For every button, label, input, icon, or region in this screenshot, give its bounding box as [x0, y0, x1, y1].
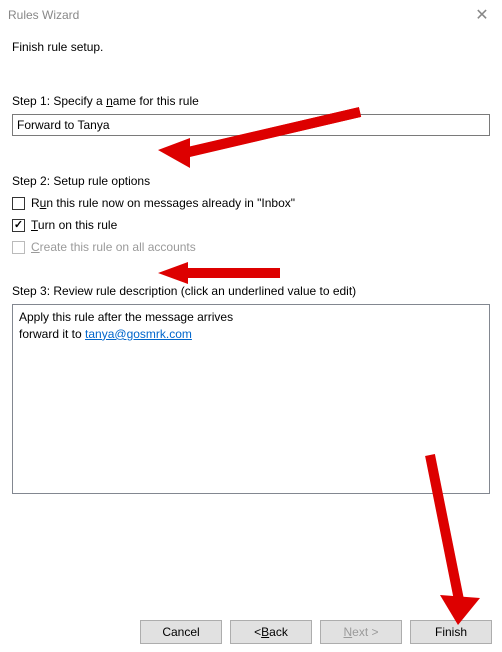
checkbox-icon: [12, 219, 25, 232]
dialog-buttons: Cancel < Back Next > Finish: [140, 620, 492, 644]
desc-line-2: forward it to tanya@gosmrk.com: [19, 326, 483, 343]
close-icon: ✕: [475, 5, 488, 25]
desc-line-1: Apply this rule after the message arrive…: [19, 309, 483, 326]
title-bar: Rules Wizard ✕: [0, 0, 502, 30]
cancel-button[interactable]: Cancel: [140, 620, 222, 644]
next-button: Next >: [320, 620, 402, 644]
all-accounts-checkbox: Create this rule on all accounts: [12, 240, 490, 254]
step3-label: Step 3: Review rule description (click a…: [12, 284, 490, 298]
checkbox-icon: [12, 241, 25, 254]
page-heading: Finish rule setup.: [12, 40, 490, 54]
rule-description-box[interactable]: Apply this rule after the message arrive…: [12, 304, 490, 494]
back-button[interactable]: < Back: [230, 620, 312, 644]
forward-email-link[interactable]: tanya@gosmrk.com: [85, 327, 192, 341]
rule-name-input[interactable]: [12, 114, 490, 136]
close-button[interactable]: ✕: [462, 0, 502, 30]
step1-label: Step 1: Specify a name for this rule: [12, 94, 490, 108]
turn-on-checkbox[interactable]: Turn on this rule: [12, 218, 490, 232]
finish-button[interactable]: Finish: [410, 620, 492, 644]
checkbox-icon: [12, 197, 25, 210]
step2-label: Step 2: Setup rule options: [12, 174, 490, 188]
run-now-checkbox[interactable]: Run this rule now on messages already in…: [12, 196, 490, 210]
window-title: Rules Wizard: [8, 8, 462, 22]
